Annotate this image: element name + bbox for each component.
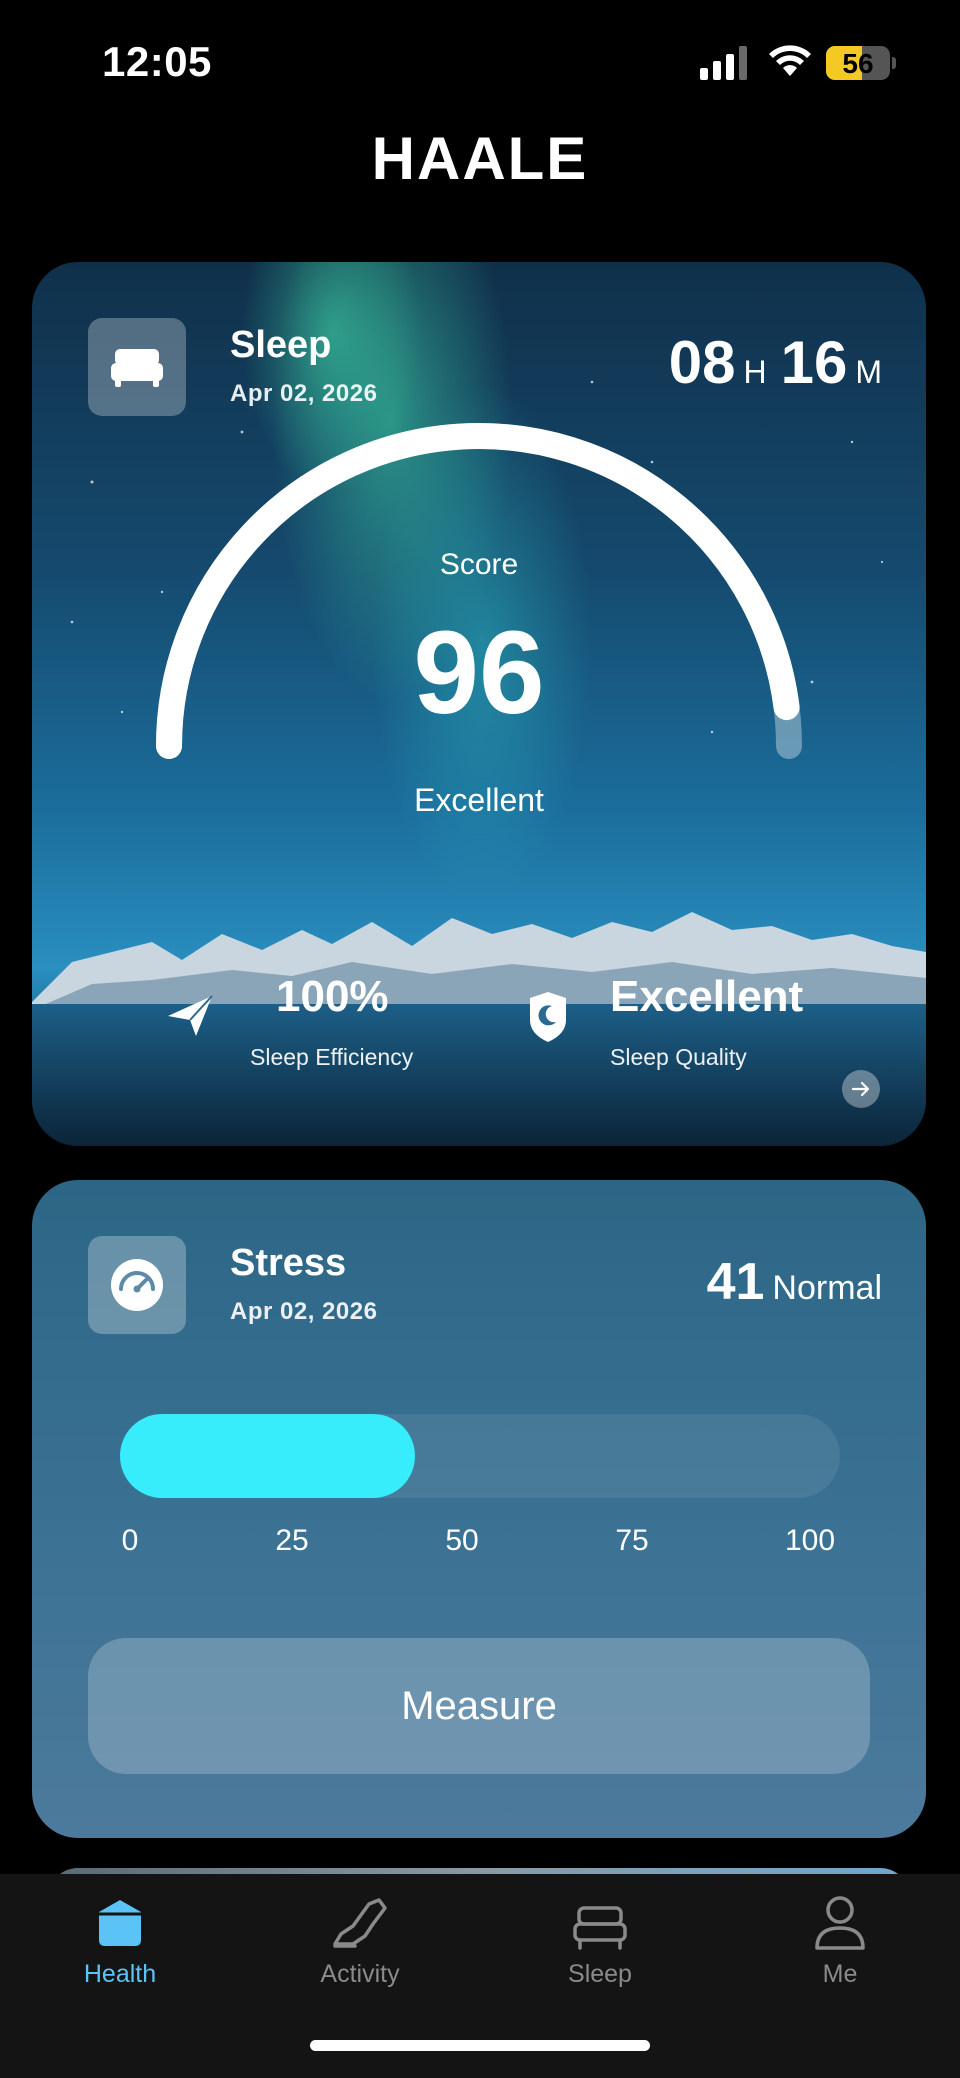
person-icon <box>815 1896 865 1950</box>
sleep-card[interactable]: Sleep Apr 02, 2026 08 H 16 M Score 96 Excel… <box>32 262 926 1146</box>
sleep-efficiency-label: Sleep Efficiency <box>250 1044 414 1070</box>
tab-me[interactable]: Me <box>720 1888 960 1998</box>
status-bar: 12:05 56 <box>0 0 960 120</box>
tab-sleep-label: Sleep <box>568 1960 632 1988</box>
stress-level-bar <box>120 1414 840 1498</box>
app-title: HAALE <box>371 125 589 192</box>
health-icon <box>99 1900 141 1946</box>
cellular-signal-icon <box>700 46 747 80</box>
battery-nub <box>892 57 896 69</box>
bed-icon <box>573 1906 627 1950</box>
tab-activity[interactable]: Activity <box>240 1888 480 1998</box>
shoe-icon <box>333 1898 387 1948</box>
stress-date: Apr 02, 2026 <box>230 1298 378 1325</box>
stress-status: Normal <box>772 1269 882 1307</box>
tab-me-label: Me <box>822 1960 858 1988</box>
scale-tick-100: 100 <box>784 1524 836 1557</box>
sleep-efficiency-value: 100% <box>276 972 389 1021</box>
arrow-right-icon <box>851 1081 870 1097</box>
stress-title: Stress <box>230 1242 347 1284</box>
moon-shield-icon <box>530 992 566 1042</box>
stress-reading: 41 Normal <box>707 1252 882 1312</box>
stress-level-fill <box>120 1414 416 1498</box>
stress-card[interactable]: Stress Apr 02, 2026 41 Normal 0 25 50 75 … <box>32 1180 926 1838</box>
battery-indicator: 56 <box>826 46 890 80</box>
score-rating: Excellent <box>414 782 544 818</box>
stress-icon-box <box>88 1236 186 1334</box>
stress-value: 41 <box>706 1253 765 1311</box>
status-time: 12:05 <box>102 38 212 85</box>
measure-button[interactable]: Measure <box>88 1638 870 1774</box>
score-label: Score <box>439 548 519 581</box>
score-value: 96 <box>413 607 545 739</box>
sleep-details-button[interactable] <box>842 1070 880 1108</box>
tab-activity-label: Activity <box>320 1960 400 1988</box>
battery-level: 56 <box>842 48 874 79</box>
scale-tick-50: 50 <box>445 1524 479 1557</box>
tab-sleep[interactable]: Sleep <box>480 1888 720 1998</box>
sleep-quality-label: Sleep Quality <box>610 1044 747 1070</box>
paper-plane-icon <box>168 995 213 1036</box>
home-indicator <box>310 2040 650 2051</box>
tab-health[interactable]: Health <box>0 1888 240 1998</box>
wifi-icon <box>769 45 811 76</box>
scale-tick-25: 25 <box>275 1524 309 1557</box>
scale-tick-75: 75 <box>615 1524 649 1557</box>
scale-tick-0: 0 <box>121 1524 139 1557</box>
gauge-icon <box>111 1259 163 1311</box>
sleep-quality-value: Excellent <box>610 972 804 1021</box>
tab-health-label: Health <box>83 1960 157 1988</box>
